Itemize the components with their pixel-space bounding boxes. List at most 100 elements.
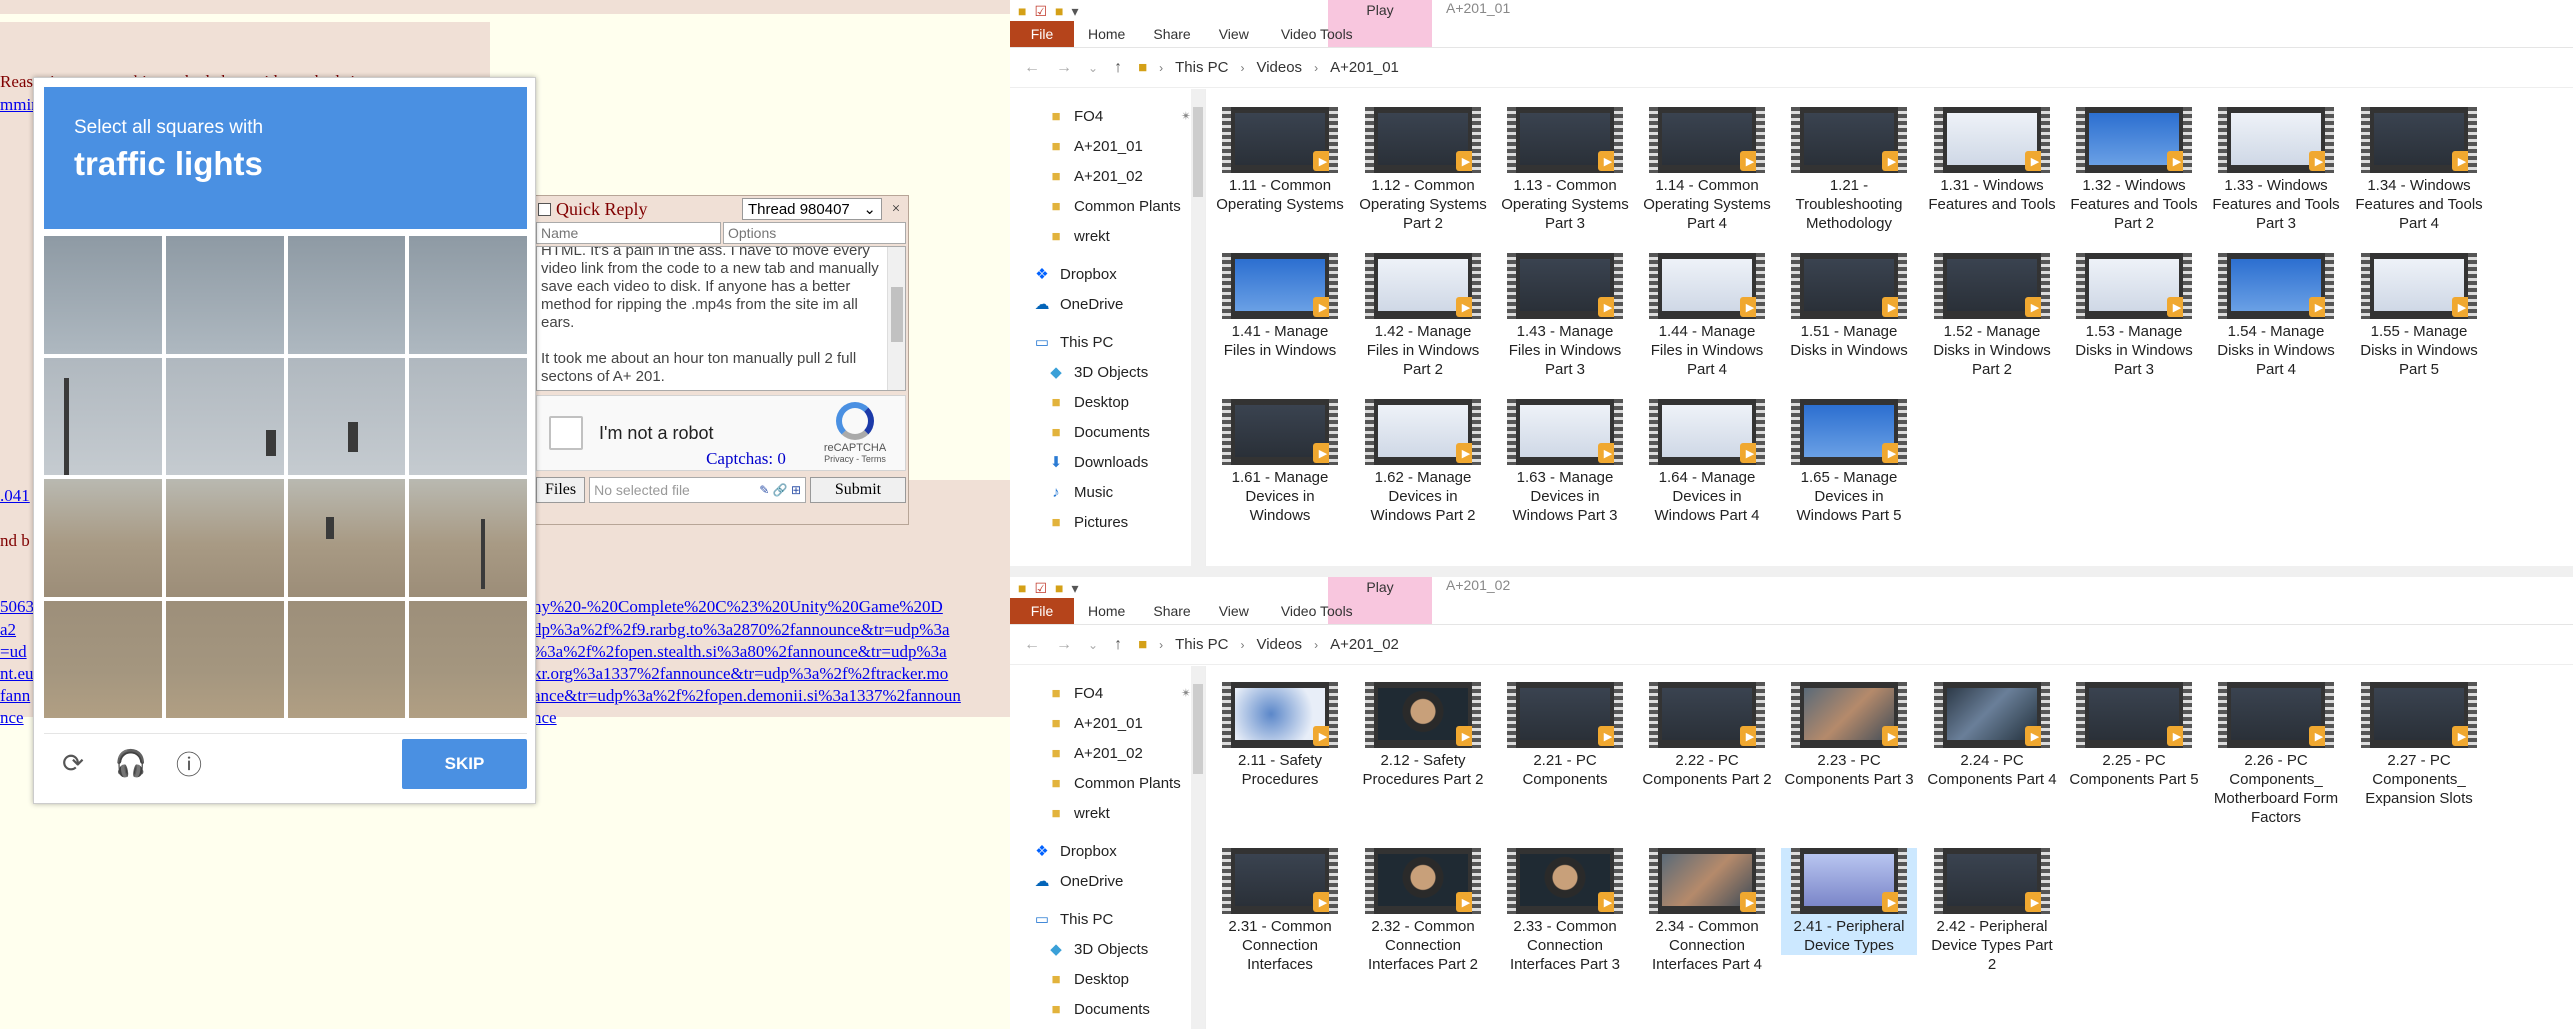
challenge-tile[interactable] bbox=[44, 479, 162, 597]
video-file[interactable]: ▶ 2.42 - Peripheral Device Types Part 2 bbox=[1924, 848, 2060, 974]
video-file[interactable]: ▶ 1.31 - Windows Features and Tools bbox=[1924, 107, 2060, 214]
challenge-tile[interactable] bbox=[44, 357, 162, 475]
scrollbar-thumb[interactable] bbox=[1193, 107, 1203, 197]
video-file[interactable]: ▶ 1.14 - Common Operating Systems Part 4 bbox=[1639, 107, 1775, 233]
nav-item-a-201-01[interactable]: ■ A+201_01 bbox=[1010, 708, 1205, 738]
video-file[interactable]: ▶ 1.41 - Manage Files in Windows bbox=[1212, 253, 1348, 360]
video-file[interactable]: ▶ 2.41 - Peripheral Device Types bbox=[1781, 848, 1917, 955]
file-field[interactable]: No selected file ✎ 🔗 ⊞ bbox=[589, 477, 806, 503]
challenge-tile[interactable] bbox=[409, 236, 527, 354]
video-file[interactable]: ▶ 2.32 - Common Connection Interfaces Par… bbox=[1355, 848, 1491, 974]
breadcrumb-item[interactable]: A+201_01 bbox=[1330, 59, 1399, 76]
video-file[interactable]: ▶ 2.34 - Common Connection Interfaces Par… bbox=[1639, 848, 1775, 974]
nav-item-fo4[interactable]: ■ FO4 ✴ bbox=[1010, 101, 1205, 131]
back-icon[interactable]: ← bbox=[1024, 636, 1040, 654]
video-file[interactable]: ▶ 1.12 - Common Operating Systems Part 2 bbox=[1355, 107, 1491, 233]
pin-icon[interactable]: ✴ bbox=[1181, 109, 1191, 123]
new-folder-icon[interactable]: ■ bbox=[1055, 580, 1063, 596]
nav-item-common-plants[interactable]: ■ Common Plants bbox=[1010, 768, 1205, 798]
properties-icon[interactable]: ☑ bbox=[1034, 3, 1047, 20]
nav-item-wrekt[interactable]: ■ wrekt bbox=[1010, 221, 1205, 251]
nav-item-downloads[interactable]: ⬇ Downloads bbox=[1010, 447, 1205, 477]
forward-icon[interactable]: → bbox=[1056, 636, 1072, 654]
nav-item-wrekt[interactable]: ■ wrekt bbox=[1010, 798, 1205, 828]
video-file[interactable]: ▶ 1.13 - Common Operating Systems Part 3 bbox=[1497, 107, 1633, 233]
challenge-tile[interactable] bbox=[44, 600, 162, 718]
nav-item-a-201-02[interactable]: ■ A+201_02 bbox=[1010, 738, 1205, 768]
customize-toolbar-icon[interactable]: ▾ bbox=[1072, 580, 1079, 597]
scrollbar-thumb[interactable] bbox=[891, 287, 903, 342]
ribbon-tab-file[interactable]: File bbox=[1010, 598, 1074, 624]
magnet-line[interactable]: 5063 bbox=[0, 597, 34, 617]
challenge-tile[interactable] bbox=[409, 479, 527, 597]
nav-item-3d-objects[interactable]: ◆ 3D Objects bbox=[1010, 357, 1205, 387]
video-file[interactable]: ▶ 1.34 - Windows Features and Tools Part … bbox=[2351, 107, 2487, 233]
video-file[interactable]: ▶ 1.42 - Manage Files in Windows Part 2 bbox=[1355, 253, 1491, 379]
challenge-tile[interactable] bbox=[165, 357, 284, 475]
title-bar[interactable]: ■ ☑ ■ ▾ Play A+201_02 bbox=[1010, 577, 2573, 625]
video-file[interactable]: ▶ 2.31 - Common Connection Interfaces bbox=[1212, 848, 1348, 974]
folder-icon[interactable]: ■ bbox=[1018, 3, 1026, 19]
video-file[interactable]: ▶ 2.22 - PC Components Part 2 bbox=[1639, 682, 1775, 789]
chevron-right-icon[interactable]: › bbox=[1240, 61, 1244, 75]
nav-item-music[interactable]: ♪ Music bbox=[1010, 477, 1205, 507]
challenge-tile[interactable] bbox=[409, 357, 527, 475]
pin-icon[interactable]: ✴ bbox=[1181, 686, 1191, 700]
video-file[interactable]: ▶ 1.65 - Manage Devices in Windows Part 5 bbox=[1781, 399, 1917, 525]
ribbon-tab-video-tools[interactable]: Video Tools bbox=[1255, 598, 1367, 624]
nav-item-documents[interactable]: ■ Documents bbox=[1010, 417, 1205, 447]
nav-item-onedrive[interactable]: ☁ OneDrive bbox=[1010, 866, 1205, 896]
nav-item-3d-objects[interactable]: ◆ 3D Objects bbox=[1010, 934, 1205, 964]
title-bar[interactable]: ■ ☑ ■ ▾ Play A+201_01 bbox=[1010, 0, 2573, 48]
ribbon-tab-share[interactable]: Share bbox=[1139, 598, 1204, 624]
magnet-line[interactable]: nce bbox=[533, 708, 557, 728]
video-file[interactable]: ▶ 2.21 - PC Components bbox=[1497, 682, 1633, 789]
up-icon[interactable]: ↑ bbox=[1114, 59, 1122, 77]
video-file[interactable]: ▶ 1.61 - Manage Devices in Windows bbox=[1212, 399, 1348, 525]
magnet-line[interactable]: nt.eu bbox=[0, 664, 34, 684]
name-input[interactable] bbox=[536, 222, 721, 244]
back-icon[interactable]: ← bbox=[1024, 59, 1040, 77]
ribbon-tab-home[interactable]: Home bbox=[1074, 598, 1139, 624]
nav-item-pictures[interactable]: ■ Pictures bbox=[1010, 507, 1205, 537]
options-input[interactable] bbox=[723, 222, 906, 244]
comment-textarea[interactable]: HTML. It's a pain in the ass. I have to … bbox=[536, 246, 906, 391]
breadcrumb-item[interactable]: Videos bbox=[1256, 59, 1302, 76]
video-file[interactable]: ▶ 1.53 - Manage Disks in Windows Part 3 bbox=[2066, 253, 2202, 379]
nav-item-common-plants[interactable]: ■ Common Plants bbox=[1010, 191, 1205, 221]
nav-scrollbar[interactable] bbox=[1191, 89, 1205, 566]
info-icon[interactable]: ⓘ bbox=[172, 747, 206, 781]
challenge-tile[interactable] bbox=[287, 479, 406, 597]
challenge-tile[interactable] bbox=[165, 479, 284, 597]
challenge-tile[interactable] bbox=[409, 600, 527, 718]
nav-item-desktop[interactable]: ■ Desktop bbox=[1010, 964, 1205, 994]
magnet-line[interactable]: nce bbox=[0, 708, 24, 728]
challenge-tile[interactable] bbox=[44, 236, 162, 354]
magnet-line[interactable]: fann bbox=[0, 686, 30, 706]
magnet-line[interactable]: =ud bbox=[0, 642, 27, 662]
magnet-line[interactable]: kr.org%3a1337%2fannounce&tr=udp%3a%2f%2f… bbox=[533, 664, 948, 684]
video-file[interactable]: ▶ 1.32 - Windows Features and Tools Part … bbox=[2066, 107, 2202, 233]
chevron-right-icon[interactable]: › bbox=[1240, 638, 1244, 652]
nav-item-desktop[interactable]: ■ Desktop bbox=[1010, 387, 1205, 417]
nav-item-this-pc[interactable]: ▭ This PC bbox=[1010, 904, 1205, 934]
quick-reply-checkbox[interactable] bbox=[538, 202, 551, 216]
chevron-right-icon[interactable]: › bbox=[1159, 61, 1163, 75]
video-file[interactable]: ▶ 1.11 - Common Operating Systems bbox=[1212, 107, 1348, 214]
nav-item-a-201-02[interactable]: ■ A+201_02 bbox=[1010, 161, 1205, 191]
nav-item-dropbox[interactable]: ❖ Dropbox bbox=[1010, 836, 1205, 866]
video-file[interactable]: ▶ 2.33 - Common Connection Interfaces Par… bbox=[1497, 848, 1633, 974]
nav-item-onedrive[interactable]: ☁ OneDrive bbox=[1010, 289, 1205, 319]
video-file[interactable]: ▶ 1.62 - Manage Devices in Windows Part 2 bbox=[1355, 399, 1491, 525]
video-file[interactable]: ▶ 1.54 - Manage Disks in Windows Part 4 bbox=[2208, 253, 2344, 379]
recaptcha-checkbox[interactable] bbox=[549, 416, 583, 450]
nav-item-fo4[interactable]: ■ FO4 ✴ bbox=[1010, 678, 1205, 708]
new-folder-icon[interactable]: ■ bbox=[1055, 3, 1063, 19]
video-file[interactable]: ▶ 1.33 - Windows Features and Tools Part … bbox=[2208, 107, 2344, 233]
nav-scrollbar[interactable] bbox=[1191, 666, 1205, 1029]
breadcrumb-item[interactable]: This PC bbox=[1175, 636, 1228, 653]
file-tools-icon[interactable]: ✎ 🔗 ⊞ bbox=[759, 483, 801, 497]
video-file[interactable]: ▶ 2.12 - Safety Procedures Part 2 bbox=[1355, 682, 1491, 789]
challenge-tile[interactable] bbox=[287, 357, 406, 475]
close-icon[interactable]: × bbox=[888, 201, 904, 218]
